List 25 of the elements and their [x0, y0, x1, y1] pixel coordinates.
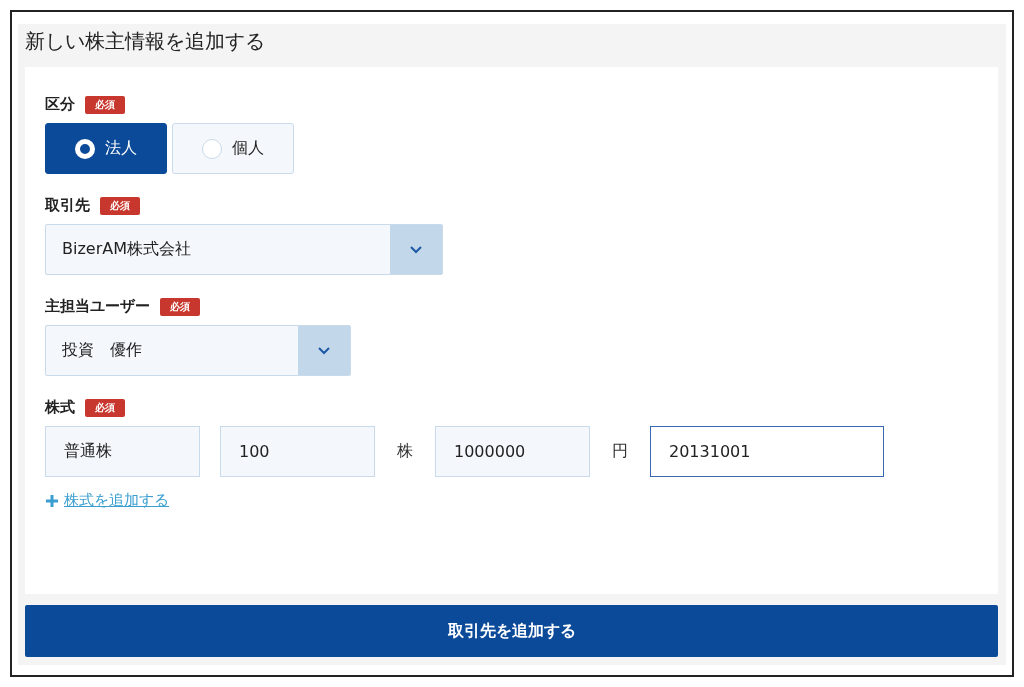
submit-button[interactable]: 取引先を追加する: [25, 605, 998, 657]
radio-icon: [202, 138, 222, 159]
radio-option[interactable]: 法人: [45, 123, 167, 174]
input-field[interactable]: 20131001: [650, 426, 884, 477]
field-label: 株式: [45, 398, 75, 417]
plus-icon: [45, 493, 59, 508]
field-label: 取引先: [45, 196, 90, 215]
chevron-down-icon: [409, 245, 423, 254]
input-field[interactable]: 普通株: [45, 426, 200, 477]
dropdown-field[interactable]: 投資 優作: [45, 325, 351, 376]
field-label: 区分: [45, 95, 75, 114]
required-badge: 必須: [85, 398, 125, 417]
unit-label: 円: [612, 441, 628, 462]
required-badge: 必須: [100, 196, 140, 215]
radio-option[interactable]: 個人: [172, 123, 294, 174]
panel-title: 新しい株主情報を追加する: [25, 28, 266, 55]
field-label: 主担当ユーザー: [45, 297, 150, 316]
required-badge: 必須: [85, 95, 125, 114]
radio-icon: [75, 138, 95, 159]
dropdown-field[interactable]: BizerAM株式会社: [45, 224, 443, 275]
input-field[interactable]: 1000000: [435, 426, 590, 477]
required-badge: 必須: [160, 297, 200, 316]
unit-label: 株: [397, 441, 413, 462]
input-field[interactable]: 100: [220, 426, 375, 477]
chevron-down-icon: [317, 346, 331, 355]
